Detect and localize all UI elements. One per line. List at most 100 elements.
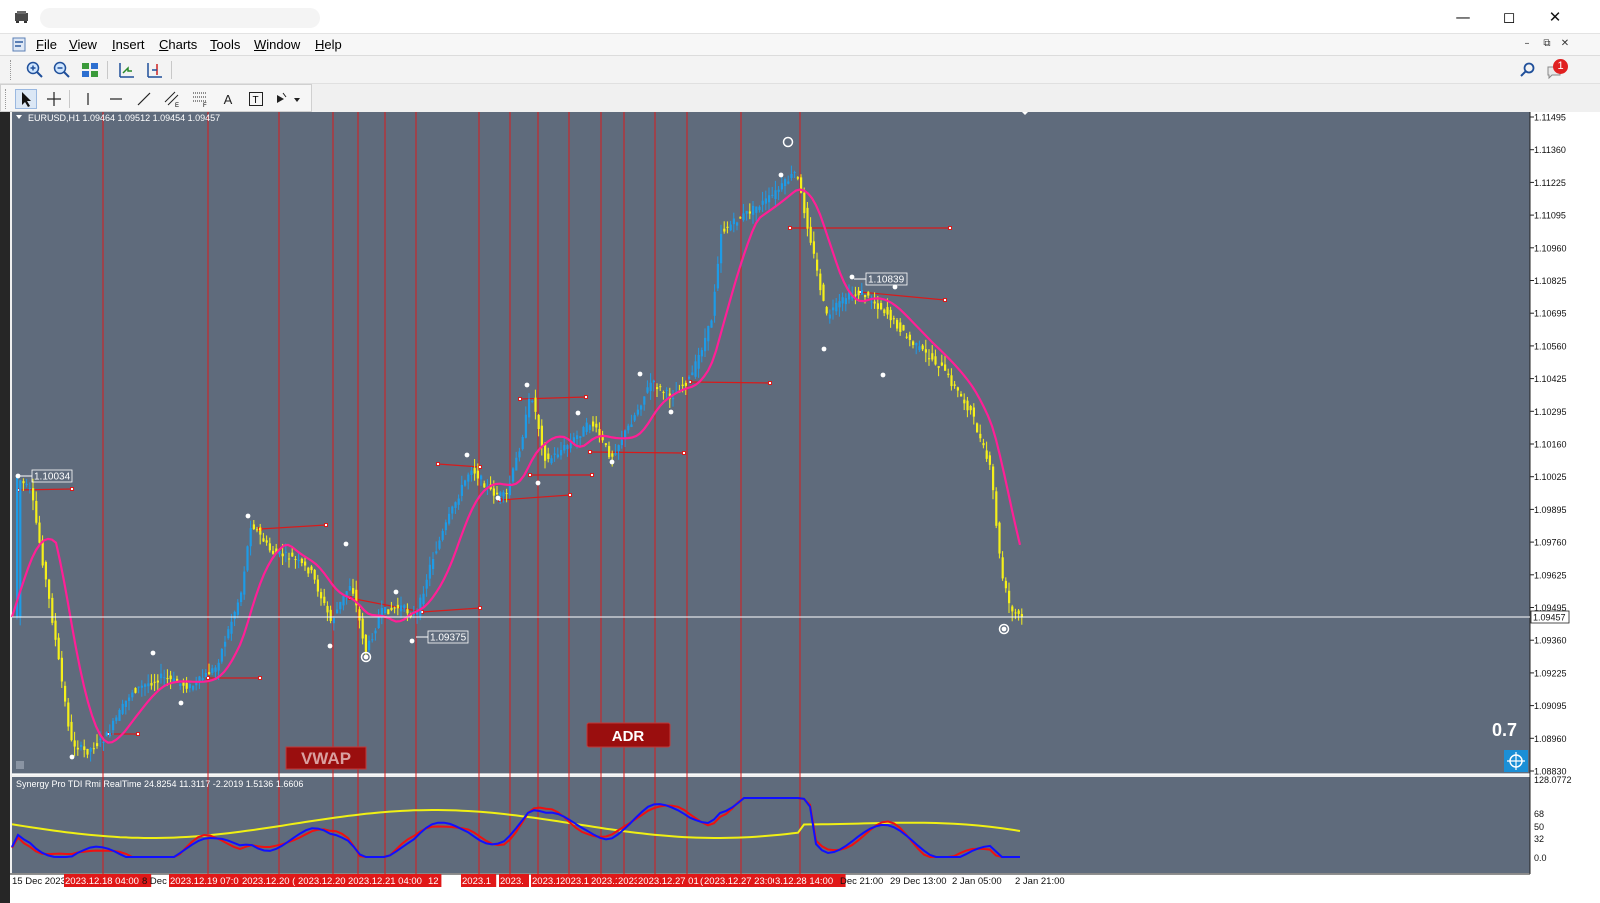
- swing-dot: [178, 700, 184, 706]
- candle-body: [819, 273, 822, 291]
- price-axis[interactable]: [1530, 112, 1600, 874]
- horizontal-line-tool-button[interactable]: [105, 89, 127, 109]
- candle-body: [998, 522, 1001, 554]
- candle-body: [768, 195, 771, 203]
- candle-body: [595, 423, 598, 428]
- candle-body: [624, 430, 627, 439]
- candle-body: [307, 567, 310, 574]
- candle-body: [220, 648, 223, 662]
- vertical-line-tool-button[interactable]: [77, 89, 99, 109]
- candle-body: [438, 540, 441, 549]
- scroll-box[interactable]: [16, 761, 24, 769]
- candle-body: [115, 717, 118, 721]
- candle-body: [816, 259, 819, 271]
- candle-body: [384, 607, 387, 614]
- swing-dot: [409, 638, 415, 644]
- candle-body: [102, 741, 105, 743]
- segment-anchor: [588, 450, 592, 454]
- chart-canvas[interactable]: 1.09457 1.11495 1.11360 1.11225 1.11095 1.10…: [10, 112, 1600, 903]
- candle-body: [444, 522, 447, 531]
- candle-body: [268, 543, 271, 551]
- candle-body: [950, 375, 953, 387]
- toolbar-grip[interactable]: [10, 60, 13, 80]
- menu-file[interactable]: File: [36, 37, 57, 52]
- candle-body: [652, 380, 655, 383]
- menu-view[interactable]: View: [69, 37, 97, 52]
- candle-body: [864, 295, 867, 298]
- arrow-tools-icon: [277, 92, 300, 103]
- zoom-in-icon: [26, 61, 43, 78]
- price-label: 1.11360: [1534, 145, 1566, 155]
- candle-body: [240, 592, 243, 603]
- candle-body: [499, 492, 502, 496]
- text-label-tool-button[interactable]: T: [245, 89, 267, 109]
- close-button[interactable]: ✕: [1532, 4, 1578, 30]
- zoom-out-button[interactable]: [51, 60, 73, 80]
- cursor-tool-button[interactable]: [15, 89, 37, 109]
- candle-body: [774, 190, 777, 200]
- candle-body: [915, 342, 918, 346]
- mdi-minimize-button[interactable]: –: [1520, 37, 1534, 51]
- candle-body: [451, 506, 454, 514]
- text-a-icon: A: [223, 91, 233, 107]
- target-button[interactable]: [1504, 750, 1528, 772]
- candle-body: [576, 435, 579, 440]
- candle-body: [348, 586, 351, 591]
- vwap-badge[interactable]: VWAP: [285, 746, 367, 770]
- candle-body: [822, 284, 825, 301]
- candle-body: [880, 302, 883, 310]
- candle-body: [336, 609, 339, 614]
- time-label: 2023.12.27 23:00: [704, 876, 778, 887]
- swing-dot: [393, 589, 399, 595]
- candle-body: [739, 217, 742, 219]
- candle-body: [470, 470, 473, 476]
- mdi-restore-button[interactable]: ⧉: [1540, 37, 1554, 51]
- trendline-tool-button[interactable]: [133, 89, 155, 109]
- segment-anchor: [436, 462, 440, 466]
- candle-body: [326, 605, 329, 613]
- equidistant-channel-tool-button[interactable]: E: [161, 89, 183, 109]
- adr-badge[interactable]: ADR: [586, 722, 671, 748]
- crosshair-tool-button[interactable]: [43, 89, 65, 109]
- crosshair-icon: [47, 92, 61, 106]
- candle-body: [758, 206, 761, 211]
- candle-body: [473, 468, 476, 474]
- candle-body: [835, 302, 838, 312]
- menu-charts[interactable]: Charts: [159, 37, 197, 52]
- maximize-button[interactable]: ◻: [1486, 4, 1532, 30]
- notifications-button[interactable]: 1: [1544, 59, 1568, 81]
- candle-body: [44, 561, 47, 580]
- horizontal-line-icon: [110, 98, 122, 100]
- candle-body: [969, 405, 972, 411]
- menu-insert[interactable]: Insert: [112, 37, 145, 52]
- arrows-dropdown-button[interactable]: [273, 89, 303, 109]
- chart-shift-button[interactable]: [115, 60, 137, 80]
- candle-body: [204, 672, 207, 677]
- candle-body: [425, 579, 428, 589]
- menu-tools[interactable]: Tools: [210, 37, 240, 52]
- text-tool-button[interactable]: A: [217, 89, 239, 109]
- candle-body: [732, 218, 735, 225]
- menu-window[interactable]: Window: [254, 37, 300, 52]
- toolbar-grip[interactable]: [5, 89, 8, 109]
- tile-windows-button[interactable]: [79, 60, 101, 80]
- minimize-button[interactable]: —: [1440, 4, 1486, 30]
- swing-dot: [524, 382, 530, 388]
- candle-body: [838, 301, 841, 308]
- candle-body: [614, 453, 617, 455]
- candle-body: [92, 748, 95, 750]
- price-label: 1.09360: [1534, 636, 1567, 646]
- candle-body: [352, 588, 355, 594]
- menu-help[interactable]: Help: [315, 37, 342, 52]
- auto-scroll-button[interactable]: [143, 60, 165, 80]
- candle-body: [233, 611, 236, 620]
- mdi-close-button[interactable]: ✕: [1558, 37, 1572, 51]
- candle-body: [1014, 612, 1017, 614]
- candle-body: [403, 605, 406, 609]
- fibonacci-tool-button[interactable]: F: [189, 89, 211, 109]
- search-button[interactable]: [1516, 60, 1538, 80]
- candle-body: [646, 387, 649, 393]
- candle-body: [780, 183, 783, 190]
- zoom-in-button[interactable]: [24, 60, 46, 80]
- candle-body: [185, 682, 188, 689]
